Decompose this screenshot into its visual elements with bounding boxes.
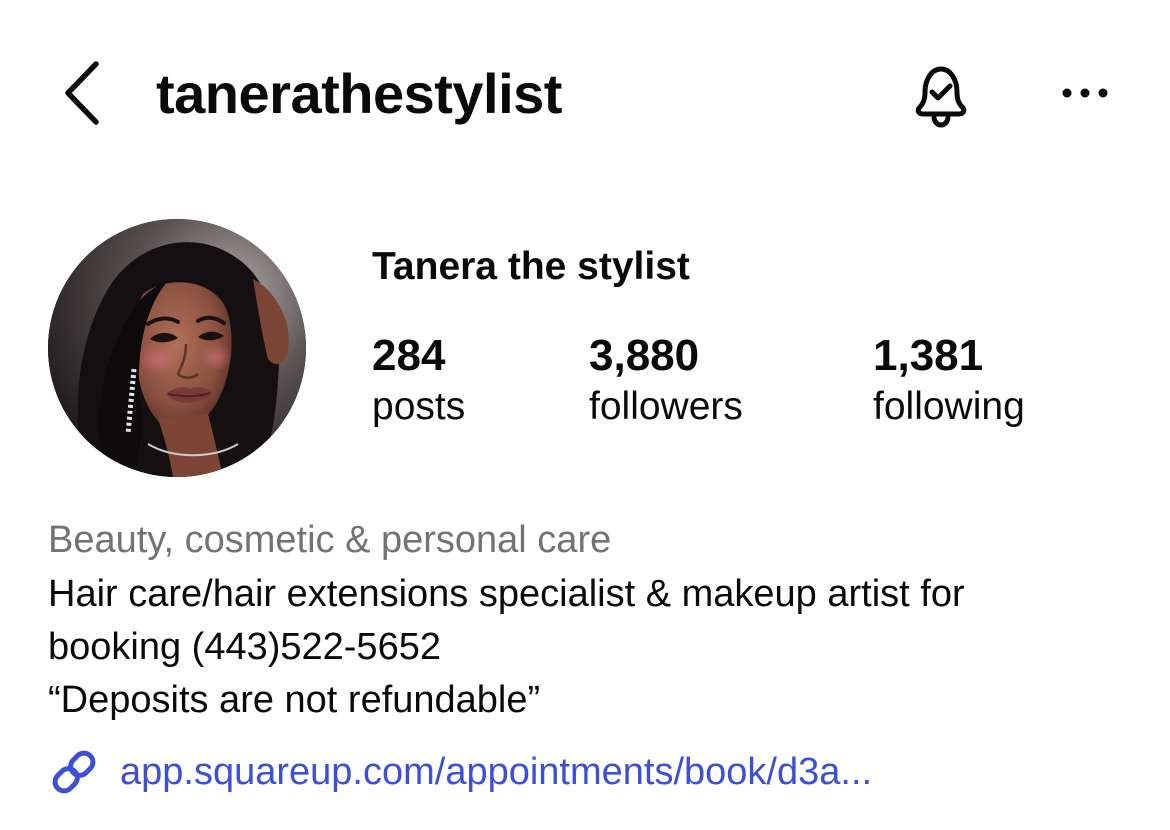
following-label: following (873, 385, 1025, 428)
bio-phone-line: booking (443)522-5652 (48, 626, 441, 668)
more-horizontal-icon[interactable] (1055, 75, 1115, 111)
profile-header: tanerathestylist (0, 0, 1170, 190)
followers-stat[interactable]: 3,880 followers (589, 330, 743, 432)
link-icon (52, 750, 96, 794)
profile-username: tanerathestylist (156, 62, 562, 125)
bell-check-icon[interactable] (905, 62, 977, 128)
profile-category: Beauty, cosmetic & personal care (48, 519, 612, 561)
bio-line: Hair care/hair extensions specialist & m… (48, 573, 965, 615)
back-chevron-icon[interactable] (58, 58, 108, 128)
posts-count: 284 (372, 331, 446, 380)
followers-label: followers (589, 385, 743, 428)
posts-label: posts (372, 385, 466, 428)
profile-display-name: Tanera the stylist (372, 245, 690, 288)
profile-bio: Hair care/hair extensions specialist & m… (48, 568, 1138, 727)
following-count: 1,381 (873, 331, 984, 380)
profile-website-link[interactable]: app.squareup.com/appointments/book/d3a..… (48, 742, 872, 802)
following-stat[interactable]: 1,381 following (873, 330, 1025, 432)
posts-stat[interactable]: 284 posts (372, 330, 465, 432)
bio-line: “Deposits are not refundable” (48, 679, 541, 721)
link-url[interactable]: app.squareup.com/appointments/book/d3a..… (120, 748, 872, 796)
profile-photo (48, 219, 306, 477)
profile-avatar[interactable] (48, 219, 306, 477)
followers-count: 3,880 (589, 331, 700, 380)
